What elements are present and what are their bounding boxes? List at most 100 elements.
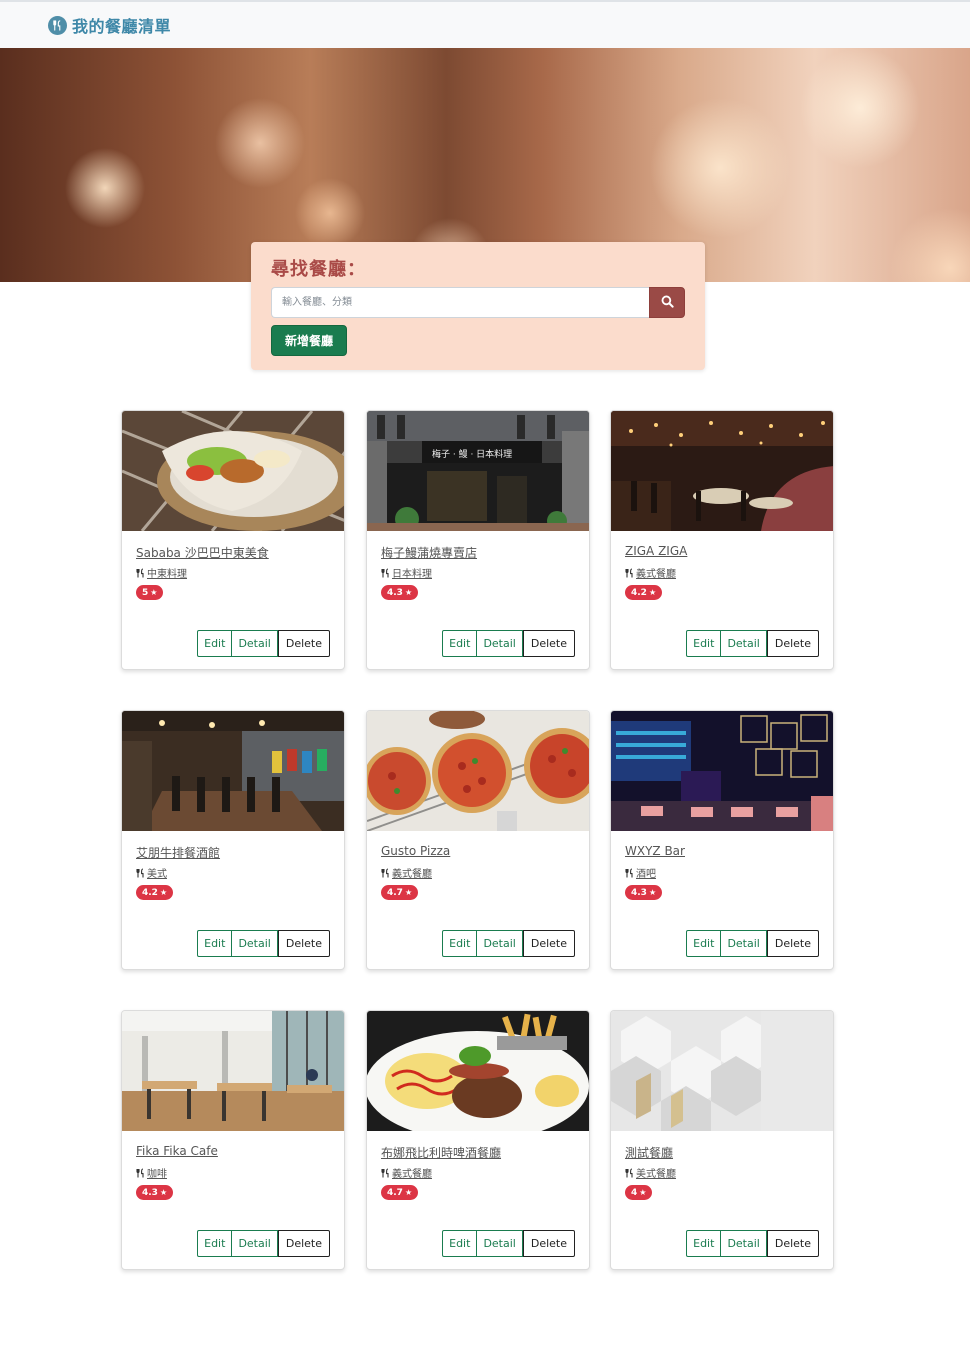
restaurant-name[interactable]: 布娜飛比利時啤酒餐廳 bbox=[381, 1144, 501, 1161]
restaurant-name[interactable]: 梅子鰻蒲燒專賣店 bbox=[381, 544, 477, 561]
restaurant-name[interactable]: 測試餐廳 bbox=[625, 1144, 673, 1161]
detail-button[interactable]: Detail bbox=[477, 630, 523, 657]
utensils-icon bbox=[625, 867, 635, 878]
detail-button[interactable]: Detail bbox=[232, 1230, 278, 1257]
delete-button[interactable]: Delete bbox=[522, 1230, 575, 1257]
edit-button[interactable]: Edit bbox=[686, 930, 722, 957]
detail-button[interactable]: Detail bbox=[232, 930, 278, 957]
restaurant-photo[interactable] bbox=[611, 1011, 833, 1131]
star-icon: ★ bbox=[648, 888, 657, 897]
restaurant-name[interactable]: Sababa 沙巴巴中東美食 bbox=[136, 544, 269, 561]
rating-badge: 4.3 ★ bbox=[625, 885, 663, 900]
detail-button[interactable]: Detail bbox=[721, 930, 767, 957]
restaurant-photo[interactable] bbox=[122, 711, 344, 831]
utensils-icon bbox=[48, 15, 67, 35]
edit-button[interactable]: Edit bbox=[442, 630, 478, 657]
rating-value: 4.3 bbox=[142, 1187, 158, 1198]
star-icon: ★ bbox=[639, 1188, 647, 1197]
search-icon bbox=[661, 293, 674, 312]
restaurant-card: Fika Fika Cafe 咖啡 4.3 ★ Edit Detail Delet… bbox=[121, 1010, 345, 1270]
detail-button[interactable]: Detail bbox=[721, 1230, 767, 1257]
delete-button[interactable]: Delete bbox=[277, 930, 330, 957]
restaurant-category: 義式餐廳 bbox=[381, 865, 432, 880]
utensils-icon bbox=[136, 567, 146, 578]
star-icon: ★ bbox=[404, 1188, 413, 1197]
detail-button[interactable]: Detail bbox=[477, 1230, 523, 1257]
restaurant-category: 義式餐廳 bbox=[381, 1165, 432, 1180]
search-panel: 尋找餐廳： 新增餐廳 bbox=[251, 242, 705, 370]
utensils-icon bbox=[381, 867, 391, 878]
restaurant-photo[interactable] bbox=[122, 1011, 344, 1131]
delete-button[interactable]: Delete bbox=[277, 630, 330, 657]
card-actions: Edit Detail Delete bbox=[686, 630, 819, 657]
rating-value: 4.7 bbox=[387, 887, 403, 898]
edit-button[interactable]: Edit bbox=[686, 630, 722, 657]
utensils-icon bbox=[625, 1167, 635, 1178]
svg-text:梅子 · 鰻 · 日本料理: 梅子 · 鰻 · 日本料理 bbox=[432, 448, 512, 460]
rating-value: 4.3 bbox=[387, 587, 403, 598]
restaurant-photo[interactable]: 梅子 · 鰻 · 日本料理 bbox=[367, 411, 589, 531]
edit-button[interactable]: Edit bbox=[442, 1230, 478, 1257]
restaurant-category: 咖啡 bbox=[136, 1165, 167, 1180]
restaurant-card: Gusto Pizza 義式餐廳 4.7 ★ Edit Detail Delete bbox=[366, 710, 590, 970]
restaurant-photo[interactable] bbox=[611, 711, 833, 831]
category-label: 日本料理 bbox=[392, 569, 432, 580]
card-actions: Edit Detail Delete bbox=[197, 630, 330, 657]
search-input[interactable] bbox=[271, 287, 649, 318]
delete-button[interactable]: Delete bbox=[522, 630, 575, 657]
restaurant-name[interactable]: WXYZ Bar bbox=[625, 844, 685, 858]
delete-button[interactable]: Delete bbox=[766, 930, 819, 957]
detail-button[interactable]: Detail bbox=[721, 630, 767, 657]
restaurant-name[interactable]: Fika Fika Cafe bbox=[136, 1144, 218, 1158]
restaurant-name[interactable]: Gusto Pizza bbox=[381, 844, 450, 858]
category-label: 義式餐廳 bbox=[636, 569, 676, 580]
edit-button[interactable]: Edit bbox=[442, 930, 478, 957]
restaurant-card: 測試餐廳 美式餐廳 4 ★ Edit Detail Delete bbox=[610, 1010, 834, 1270]
delete-button[interactable]: Delete bbox=[277, 1230, 330, 1257]
star-icon: ★ bbox=[404, 588, 413, 597]
utensils-icon bbox=[136, 867, 146, 878]
restaurant-photo[interactable] bbox=[611, 411, 833, 531]
category-label: 義式餐廳 bbox=[392, 869, 432, 880]
edit-button[interactable]: Edit bbox=[197, 930, 233, 957]
restaurant-card: WXYZ Bar 酒吧 4.3 ★ Edit Detail Delete bbox=[610, 710, 834, 970]
restaurant-category: 美式餐廳 bbox=[625, 1165, 676, 1180]
star-icon: ★ bbox=[150, 588, 158, 597]
utensils-icon bbox=[381, 567, 391, 578]
category-label: 中東料理 bbox=[147, 569, 187, 580]
card-actions: Edit Detail Delete bbox=[442, 1230, 575, 1257]
delete-button[interactable]: Delete bbox=[522, 930, 575, 957]
rating-badge: 5 ★ bbox=[136, 585, 164, 600]
restaurant-photo[interactable] bbox=[122, 411, 344, 531]
card-actions: Edit Detail Delete bbox=[686, 1230, 819, 1257]
brand-link[interactable]: 我的餐廳清單 bbox=[48, 13, 171, 37]
restaurant-name[interactable]: ZIGA ZIGA bbox=[625, 544, 687, 558]
detail-button[interactable]: Detail bbox=[477, 930, 523, 957]
rating-badge: 4.7 ★ bbox=[381, 1185, 419, 1200]
edit-button[interactable]: Edit bbox=[686, 1230, 722, 1257]
navbar: 我的餐廳清單 bbox=[0, 2, 970, 48]
rating-badge: 4.3 ★ bbox=[136, 1185, 174, 1200]
add-restaurant-button[interactable]: 新增餐廳 bbox=[271, 325, 347, 356]
restaurant-card: 梅子 · 鰻 · 日本料理 梅子鰻蒲燒專賣店 日本料理 4.3 ★ Edit De… bbox=[366, 410, 590, 670]
restaurant-category: 義式餐廳 bbox=[625, 565, 676, 580]
rating-badge: 4.2 ★ bbox=[625, 585, 663, 600]
edit-button[interactable]: Edit bbox=[197, 630, 233, 657]
rating-value: 5 bbox=[142, 587, 149, 598]
delete-button[interactable]: Delete bbox=[766, 630, 819, 657]
category-label: 咖啡 bbox=[147, 1169, 167, 1180]
restaurant-photo[interactable] bbox=[367, 711, 589, 831]
search-button[interactable] bbox=[649, 287, 685, 318]
category-label: 美式 bbox=[147, 869, 167, 880]
restaurant-category: 中東料理 bbox=[136, 565, 187, 580]
delete-button[interactable]: Delete bbox=[766, 1230, 819, 1257]
card-actions: Edit Detail Delete bbox=[686, 930, 819, 957]
restaurant-category: 酒吧 bbox=[625, 865, 656, 880]
rating-badge: 4 ★ bbox=[625, 1185, 653, 1200]
restaurant-category: 美式 bbox=[136, 865, 167, 880]
detail-button[interactable]: Detail bbox=[232, 630, 278, 657]
restaurant-photo[interactable] bbox=[367, 1011, 589, 1131]
edit-button[interactable]: Edit bbox=[197, 1230, 233, 1257]
utensils-icon bbox=[381, 1167, 391, 1178]
restaurant-name[interactable]: 艾朋牛排餐酒館 bbox=[136, 844, 220, 861]
